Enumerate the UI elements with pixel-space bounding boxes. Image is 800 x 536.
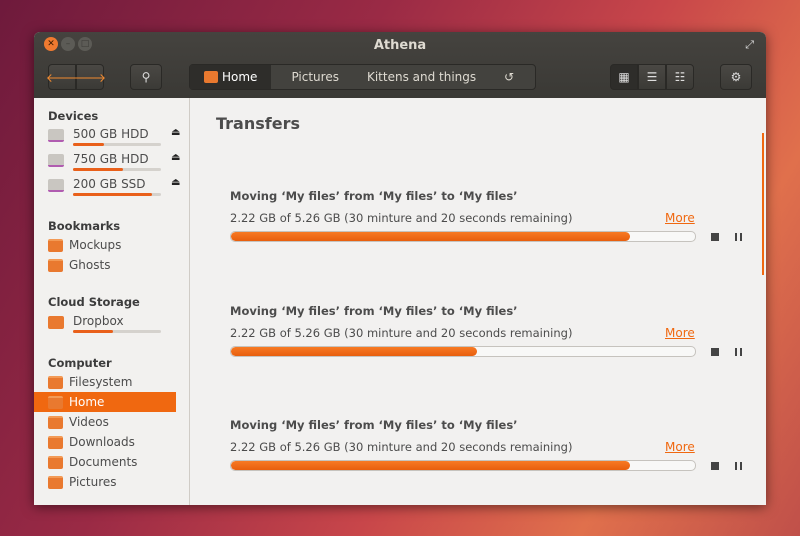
sidebar-item-label: Home: [69, 395, 105, 409]
scrollbar[interactable]: [762, 133, 764, 275]
transfer-item: Moving ‘My files’ from ‘My files’ to ‘My…: [230, 418, 750, 478]
stop-icon[interactable]: [711, 233, 719, 241]
fullscreen-icon[interactable]: ⤢: [745, 38, 754, 52]
sidebar-item-documents[interactable]: Documents: [48, 452, 190, 472]
breadcrumb-label: Home: [222, 70, 258, 84]
documents-icon: [48, 455, 63, 469]
more-link[interactable]: More: [665, 326, 695, 340]
progress-fill: [73, 330, 113, 333]
sidebar-item-label: Mockups: [69, 238, 122, 252]
transfer-status: 2.22 GB of 5.26 GB (30 minture and 20 se…: [230, 440, 573, 454]
usage-bar: [73, 193, 161, 196]
sidebar-item-home[interactable]: Home: [34, 392, 176, 412]
breadcrumb: Home Pictures Kittens and things ↺: [189, 64, 536, 90]
breadcrumb-home[interactable]: Home: [190, 65, 272, 89]
folder-icon: [48, 238, 63, 252]
cloud-storage-header: Cloud Storage: [48, 295, 140, 309]
eject-icon[interactable]: ⏏: [171, 152, 180, 163]
window-title: Athena: [373, 38, 427, 53]
sidebar: Devices 500 GB HDD ⏏ 750 GB HDD ⏏ 200 GB S…: [34, 98, 190, 505]
progress-bar: [230, 460, 696, 471]
sidebar-item-label: Pictures: [69, 475, 117, 489]
breadcrumb-pictures[interactable]: Pictures: [271, 65, 353, 89]
transfers-panel: Transfers Moving ‘My files’ from ‘My fil…: [191, 98, 766, 505]
progress-fill: [231, 232, 631, 241]
usage-bar: [73, 330, 161, 333]
transfer-title: Moving ‘My files’ from ‘My files’ to ‘My…: [230, 418, 518, 432]
breadcrumb-label: Kittens and things: [366, 70, 477, 84]
progress-fill: [231, 347, 477, 356]
computer-header: Computer: [48, 356, 112, 370]
downloads-icon: [48, 435, 63, 449]
home-folder-icon: [204, 71, 218, 83]
pause-icon[interactable]: [735, 348, 742, 356]
progress-fill: [231, 461, 631, 470]
usage-bar: [73, 168, 161, 171]
grid-view-button[interactable]: ▦: [610, 64, 638, 90]
transfer-title: Moving ‘My files’ from ‘My files’ to ‘My…: [230, 189, 518, 203]
sidebar-item-label: Filesystem: [69, 375, 133, 389]
pictures-icon: [48, 475, 63, 489]
header-bar: ✕ – □ Athena ⤢ 🡐 🡒 ⚲ Home Pictures Kitte…: [34, 32, 766, 98]
gear-icon: ⚙: [730, 70, 742, 84]
list-view-button[interactable]: ☰: [638, 64, 666, 90]
transfer-title: Moving ‘My files’ from ‘My files’ to ‘My…: [230, 304, 518, 318]
sidebar-item-label: Downloads: [69, 435, 135, 449]
progress-bar: [230, 346, 696, 357]
sidebar-item-pictures[interactable]: Pictures: [48, 472, 190, 492]
compact-view-button[interactable]: ☷: [666, 64, 694, 90]
dropbox-folder-icon: [48, 316, 64, 329]
drive-icon: [48, 154, 64, 167]
back-button[interactable]: 🡐: [46, 64, 78, 90]
eject-icon[interactable]: ⏏: [171, 127, 180, 138]
sidebar-item-label: Dropbox: [73, 314, 124, 328]
device-label: 200 GB SSD: [73, 177, 146, 191]
progress-fill: [73, 143, 104, 146]
progress-bar: [230, 231, 696, 242]
progress-fill: [73, 168, 124, 171]
folder-icon: [48, 258, 63, 272]
file-manager-window: ✕ – □ Athena ⤢ 🡐 🡒 ⚲ Home Pictures Kitte…: [34, 32, 766, 505]
transfer-item: Moving ‘My files’ from ‘My files’ to ‘My…: [230, 189, 750, 249]
sidebar-item-label: Documents: [69, 455, 138, 469]
settings-button[interactable]: ⚙: [720, 64, 752, 90]
usage-bar: [73, 143, 161, 146]
page-title: Transfers: [216, 114, 300, 133]
devices-header: Devices: [48, 109, 99, 123]
stop-icon[interactable]: [711, 462, 719, 470]
search-button[interactable]: ⚲: [130, 64, 162, 90]
device-label: 750 GB HDD: [73, 152, 149, 166]
search-icon: ⚲: [141, 70, 151, 84]
drive-icon: [48, 129, 64, 142]
videos-icon: [48, 415, 63, 429]
home-icon: [48, 395, 63, 409]
transfer-status: 2.22 GB of 5.26 GB (30 minture and 20 se…: [230, 211, 573, 225]
sidebar-item-label: Ghosts: [69, 258, 111, 272]
more-link[interactable]: More: [665, 211, 695, 225]
sidebar-item-label: Videos: [69, 415, 109, 429]
pause-icon[interactable]: [735, 233, 742, 241]
pause-icon[interactable]: [735, 462, 742, 470]
forward-button[interactable]: 🡒: [74, 64, 106, 90]
bookmarks-header: Bookmarks: [48, 219, 121, 233]
breadcrumb-kittens[interactable]: Kittens and things: [353, 65, 490, 89]
sidebar-item-videos[interactable]: Videos: [48, 412, 190, 432]
filesystem-icon: [48, 375, 63, 389]
more-link[interactable]: More: [665, 440, 695, 454]
reload-icon[interactable]: ↺: [490, 65, 528, 89]
sidebar-item-downloads[interactable]: Downloads: [48, 432, 190, 452]
sidebar-item-filesystem[interactable]: Filesystem: [48, 372, 190, 392]
eject-icon[interactable]: ⏏: [171, 177, 180, 188]
stop-icon[interactable]: [711, 348, 719, 356]
drive-icon: [48, 179, 64, 192]
breadcrumb-label: Pictures: [291, 70, 339, 84]
device-label: 500 GB HDD: [73, 127, 149, 141]
transfer-item: Moving ‘My files’ from ‘My files’ to ‘My…: [230, 304, 750, 364]
progress-fill: [73, 193, 153, 196]
transfer-status: 2.22 GB of 5.26 GB (30 minture and 20 se…: [230, 326, 573, 340]
sidebar-item-mockups[interactable]: Mockups: [48, 235, 190, 255]
sidebar-item-ghosts[interactable]: Ghosts: [48, 255, 190, 275]
